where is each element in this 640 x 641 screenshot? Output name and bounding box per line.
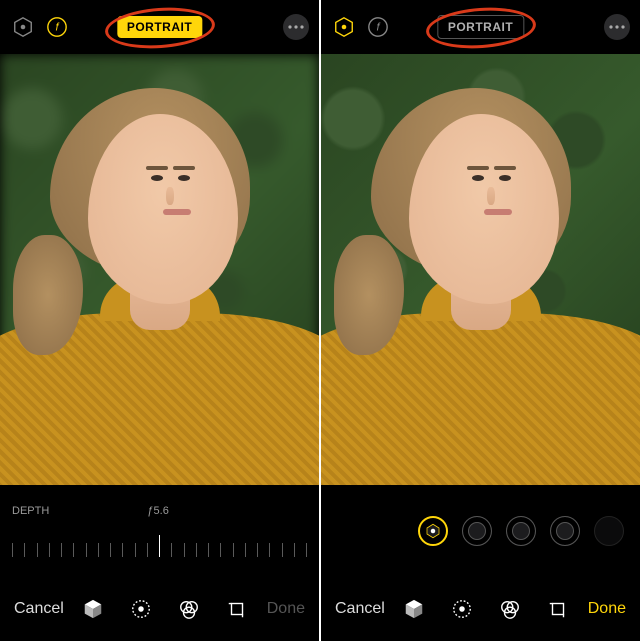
lighting-cube-icon[interactable]	[402, 597, 426, 621]
svg-text:f: f	[376, 22, 380, 34]
top-bar: f PORTRAIT	[0, 0, 319, 54]
cancel-button[interactable]: Cancel	[14, 600, 64, 618]
depth-slider[interactable]	[12, 523, 307, 557]
filters-circles-icon[interactable]	[498, 597, 522, 621]
lighting-stage[interactable]	[550, 516, 580, 546]
depth-label: DEPTH	[12, 505, 49, 517]
live-hexagon-icon[interactable]	[331, 14, 357, 40]
adjust-dial-icon[interactable]	[129, 597, 153, 621]
bottom-bar: Cancel Done	[0, 577, 319, 641]
svg-text:f: f	[55, 22, 59, 34]
portrait-mode-pill[interactable]: PORTRAIT	[437, 15, 524, 39]
portrait-mode-pill[interactable]: PORTRAIT	[117, 16, 202, 38]
more-icon[interactable]	[283, 14, 309, 40]
more-icon[interactable]	[604, 14, 630, 40]
lighting-panel	[321, 485, 640, 577]
tool-row	[81, 597, 249, 621]
portrait-subject	[0, 54, 319, 485]
lighting-options[interactable]	[333, 516, 628, 546]
tool-row	[402, 597, 570, 621]
photo-preview[interactable]	[321, 54, 640, 485]
aperture-f-icon[interactable]: f	[365, 14, 391, 40]
left-screen: f PORTRAIT DEPTH ƒ5.6	[0, 0, 319, 641]
cancel-button[interactable]: Cancel	[335, 600, 385, 618]
portrait-subject	[321, 54, 640, 485]
adjust-dial-icon[interactable]	[450, 597, 474, 621]
photo-preview[interactable]	[0, 54, 319, 485]
crop-rotate-icon[interactable]	[546, 597, 570, 621]
lighting-studio[interactable]	[462, 516, 492, 546]
filters-circles-icon[interactable]	[177, 597, 201, 621]
lighting-cube-icon[interactable]	[81, 597, 105, 621]
lighting-contour[interactable]	[506, 516, 536, 546]
bottom-bar: Cancel Done	[321, 577, 640, 641]
done-button[interactable]: Done	[588, 600, 626, 618]
top-bar: f PORTRAIT	[321, 0, 640, 54]
live-hexagon-icon[interactable]	[10, 14, 36, 40]
lighting-natural[interactable]	[418, 516, 448, 546]
crop-rotate-icon[interactable]	[225, 597, 249, 621]
depth-panel: DEPTH ƒ5.6	[0, 485, 319, 577]
depth-value: ƒ5.6	[147, 505, 168, 517]
aperture-f-icon[interactable]: f	[44, 14, 70, 40]
done-button[interactable]: Done	[267, 600, 305, 618]
depth-slider-thumb[interactable]	[159, 535, 160, 557]
right-screen: f PORTRAIT	[321, 0, 640, 641]
lighting-stage-mono[interactable]	[594, 516, 624, 546]
